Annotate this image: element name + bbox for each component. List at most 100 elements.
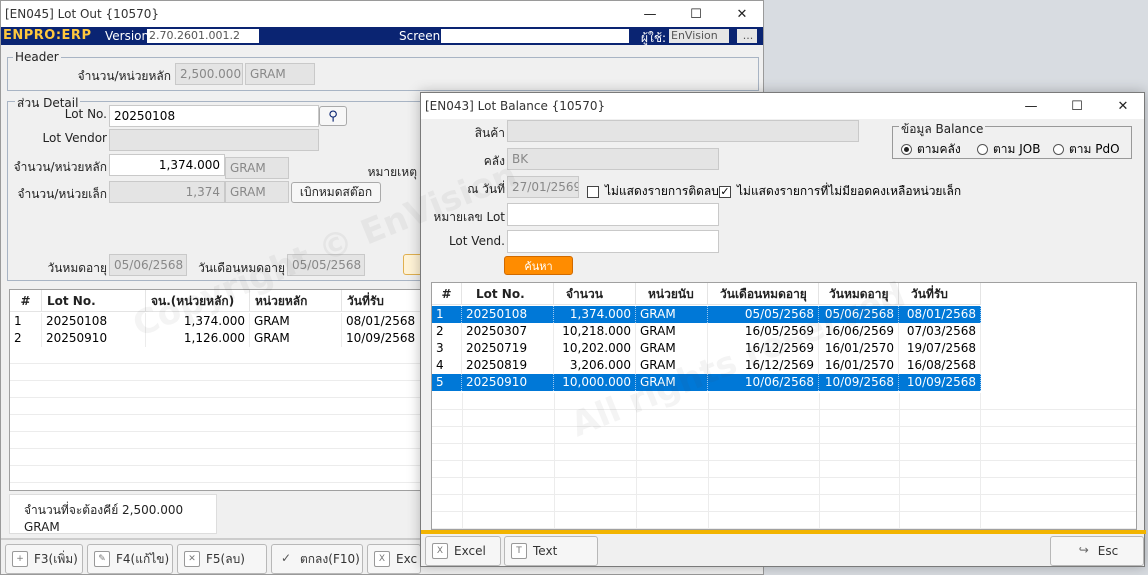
hide-negative-label: ไม่แสดงรายการติดลบ bbox=[605, 184, 719, 198]
grid-col-lines bbox=[432, 393, 981, 529]
table-row[interactable]: 2 20250307 10,218.000 GRAM 16/05/2569 16/06/2… bbox=[432, 323, 981, 340]
date-label: ณ วันที่ bbox=[467, 182, 505, 196]
table-row[interactable]: 4 20250819 3,206.000 GRAM 16/12/2569 16/01/25… bbox=[432, 357, 981, 374]
cell: 20250819 bbox=[462, 357, 554, 374]
withdraw-all-button[interactable]: เบิกหมดสต๊อก bbox=[291, 182, 381, 203]
lot-out-grid: # Lot No. จน.(หน่วยหลัก) หน่วยหลัก วันที… bbox=[9, 289, 423, 491]
cell: 08/01/2568 bbox=[342, 313, 422, 330]
lot-no-input[interactable]: 20250108 bbox=[109, 105, 319, 127]
lot-search-button[interactable]: ⚲ bbox=[319, 106, 347, 126]
radio-by-warehouse[interactable]: ตามคลัง bbox=[901, 140, 961, 159]
radio-by-pdo[interactable]: ตาม PdO bbox=[1053, 140, 1120, 159]
remark-label: หมายเหตุ bbox=[367, 165, 417, 179]
excel-button-back[interactable]: X Exc bbox=[367, 544, 421, 574]
cell: 20250108 bbox=[42, 313, 146, 330]
radio-label: ตามคลัง bbox=[917, 142, 961, 156]
cell: 16/12/2569 bbox=[708, 357, 819, 374]
edit-button[interactable]: ✎ F4(แก้ไข) bbox=[87, 544, 173, 574]
cell: 10/09/2568 bbox=[819, 374, 899, 391]
version-field: 2.70.2601.001.2 bbox=[147, 29, 259, 43]
cell: 3,206.000 bbox=[554, 357, 636, 374]
date-field: 27/01/2569 bbox=[507, 176, 579, 198]
add-button[interactable]: + F3(เพิ่ม) bbox=[5, 544, 83, 574]
maximize-icon[interactable]: ☐ bbox=[673, 1, 719, 27]
radio-by-job[interactable]: ตาม JOB bbox=[977, 140, 1040, 159]
screen-field[interactable] bbox=[441, 29, 629, 43]
close-icon[interactable]: ✕ bbox=[1100, 93, 1146, 119]
qty-main-input[interactable]: 1,374.000 bbox=[109, 154, 225, 176]
col-header[interactable]: Lot No. bbox=[42, 290, 146, 312]
radio-dot bbox=[977, 144, 988, 155]
qty-main-unit: GRAM bbox=[225, 157, 289, 179]
cell: 1,374.000 bbox=[146, 313, 250, 330]
minimize-icon[interactable]: — bbox=[1008, 93, 1054, 119]
footer-accent-bar bbox=[421, 530, 1146, 534]
header-legend: Header bbox=[13, 50, 61, 64]
cell: 3 bbox=[432, 340, 462, 357]
col-header[interactable]: วันที่รับ bbox=[342, 290, 422, 312]
exp-label: วันหมดอายุ bbox=[47, 261, 107, 275]
lot-vend-input[interactable] bbox=[507, 230, 719, 253]
header-qty-label: จำนวน/หน่วยหลัก bbox=[77, 69, 171, 83]
header-qty-field: 2,500.000 bbox=[175, 63, 243, 85]
product-label: สินค้า bbox=[474, 126, 505, 140]
exp-field: 05/06/2568 bbox=[109, 254, 187, 276]
minimize-icon[interactable]: — bbox=[627, 1, 673, 27]
user-label: ผู้ใช้: bbox=[641, 31, 667, 45]
hide-negative-checkbox[interactable]: ไม่แสดงรายการติดลบ bbox=[587, 182, 719, 201]
table-row[interactable]: 1 20250108 1,374.000 GRAM 05/05/2568 05/06/25… bbox=[432, 306, 981, 323]
col-header[interactable]: Lot No. bbox=[462, 283, 554, 305]
cell: 16/06/2569 bbox=[819, 323, 899, 340]
esc-button[interactable]: ↪ Esc bbox=[1050, 536, 1144, 566]
add-icon: + bbox=[12, 551, 28, 567]
col-header[interactable]: จน.(หน่วยหลัก) bbox=[146, 290, 250, 312]
exp-month-label: วันเดือนหมดอายุ bbox=[198, 261, 285, 275]
cell: GRAM bbox=[636, 306, 708, 323]
table-row[interactable]: 3 20250719 10,202.000 GRAM 16/12/2569 16/01/2… bbox=[432, 340, 981, 357]
qty-small-unit: GRAM bbox=[225, 181, 289, 203]
lot-vendor-field bbox=[109, 129, 319, 151]
table-row[interactable]: 5 20250910 10,000.000 GRAM 10/06/2568 10/09/2… bbox=[432, 374, 981, 391]
close-icon[interactable]: ✕ bbox=[719, 1, 765, 27]
cell: 1 bbox=[432, 306, 462, 323]
cell: GRAM bbox=[250, 313, 342, 330]
text-button[interactable]: T Text bbox=[504, 536, 598, 566]
col-header[interactable]: จำนวน bbox=[554, 283, 636, 305]
delete-icon: ✕ bbox=[184, 551, 200, 567]
delete-button[interactable]: ✕ F5(ลบ) bbox=[177, 544, 267, 574]
cell: GRAM bbox=[636, 357, 708, 374]
cell: 5 bbox=[432, 374, 462, 391]
maximize-icon[interactable]: ☐ bbox=[1054, 93, 1100, 119]
col-header[interactable]: # bbox=[432, 283, 462, 305]
cell: GRAM bbox=[636, 374, 708, 391]
table-row[interactable]: 1 20250108 1,374.000 GRAM 08/01/2568 bbox=[10, 313, 422, 330]
cell: GRAM bbox=[636, 340, 708, 357]
summary-text: จำนวนที่จะต้องคีย์ 2,500.000 GRAM bbox=[24, 503, 184, 534]
lot-vendor-label: Lot Vendor bbox=[42, 131, 108, 145]
radio-label: ตาม PdO bbox=[1069, 142, 1120, 156]
lot-balance-grid: # Lot No. จำนวน หน่วยนับ วันเดือนหมดอายุ… bbox=[431, 282, 1137, 530]
col-header[interactable]: วันเดือนหมดอายุ bbox=[708, 283, 819, 305]
hide-no-remain-checkbox[interactable]: ✓ ไม่แสดงรายการที่ไม่มียอดคงเหลือหน่วยเล… bbox=[719, 182, 961, 201]
hide-no-remain-label: ไม่แสดงรายการที่ไม่มียอดคงเหลือหน่วยเล็ก bbox=[737, 184, 962, 198]
user-browse-button[interactable]: ... bbox=[737, 29, 757, 43]
cell: 20250108 bbox=[462, 306, 554, 323]
cell: 2 bbox=[10, 330, 42, 347]
table-row[interactable]: 2 20250910 1,126.000 GRAM 10/09/2568 bbox=[10, 330, 422, 347]
lot-number-input[interactable] bbox=[507, 203, 719, 226]
radio-label: ตาม JOB bbox=[993, 142, 1041, 156]
search-button[interactable]: ค้นหา bbox=[504, 256, 573, 275]
erp-info-band: ENPRO:ERP Version 2.70.2601.001.2 Screen… bbox=[1, 27, 763, 45]
cell: 16/01/2570 bbox=[819, 340, 899, 357]
col-header[interactable]: หน่วยนับ bbox=[636, 283, 708, 305]
esc-button-label: Esc bbox=[1097, 544, 1119, 558]
col-header[interactable]: หน่วยหลัก bbox=[250, 290, 342, 312]
confirm-button[interactable]: ✓ ตกลง(F10) bbox=[271, 544, 363, 574]
col-header[interactable]: วันที่รับ bbox=[899, 283, 981, 305]
col-header[interactable]: วันหมดอายุ bbox=[819, 283, 899, 305]
cell: 20250307 bbox=[462, 323, 554, 340]
col-header[interactable]: # bbox=[10, 290, 42, 312]
excel-button[interactable]: X Excel bbox=[425, 536, 501, 566]
confirm-button-label: ตกลง(F10) bbox=[300, 551, 360, 566]
cell: 2 bbox=[432, 323, 462, 340]
